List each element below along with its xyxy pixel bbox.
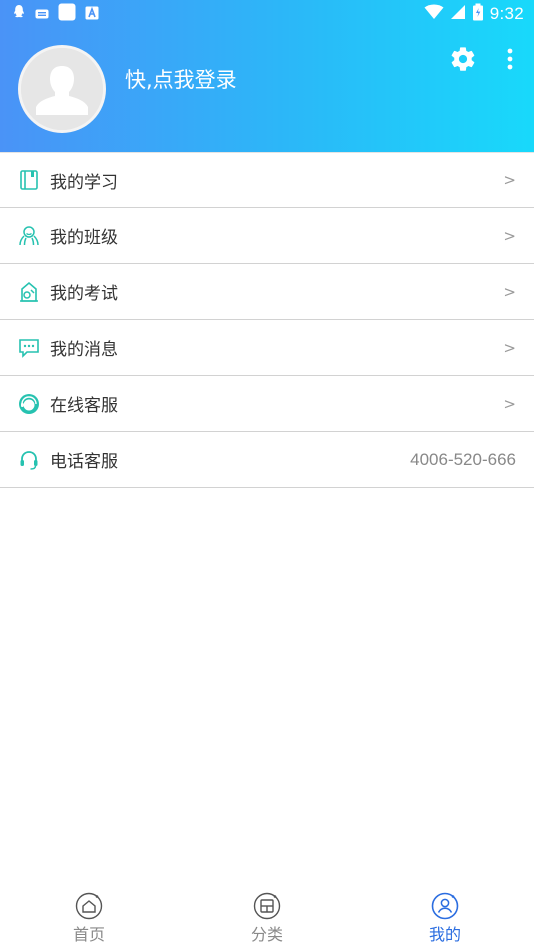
tab-label: 分类 — [250, 925, 283, 944]
signal-icon — [450, 4, 466, 24]
status-notifications — [12, 3, 99, 25]
profile-header: 9:32 快,点我登录 — [0, 0, 534, 152]
tab-home[interactable]: 首页 — [0, 885, 178, 950]
chevron-right-icon: > — [503, 282, 516, 301]
tab-label: 首页 — [72, 925, 105, 944]
tab-label: 我的 — [428, 925, 461, 944]
menu-item-label: 我的考试 — [50, 284, 118, 304]
bottom-tab-bar: 首页 分类 我的 — [0, 885, 534, 950]
chevron-right-icon: > — [503, 226, 516, 245]
menu-item-label: 我的学习 — [50, 172, 118, 193]
chevron-right-icon: > — [503, 394, 516, 413]
menu-item-label: 我的消息 — [50, 340, 118, 360]
chevron-right-icon: > — [503, 171, 516, 189]
status-time: 9:32 — [489, 4, 524, 23]
battery-icon — [472, 3, 484, 25]
home-icon — [75, 892, 103, 920]
online-service-icon — [18, 393, 40, 415]
qq-icon — [12, 4, 26, 24]
tab-category[interactable]: 分类 — [178, 885, 356, 950]
category-icon — [253, 892, 281, 920]
menu-item-my-messages[interactable]: 我的消息 > — [0, 320, 534, 376]
menu-item-my-class[interactable]: 我的班级 > — [0, 208, 534, 264]
status-system: 9:32 — [424, 3, 524, 25]
tab-profile[interactable]: 我的 — [356, 885, 534, 950]
mail-icon — [35, 5, 49, 24]
menu-item-label: 我的班级 — [50, 228, 118, 248]
menu-item-online-service[interactable]: 在线客服 > — [0, 376, 534, 432]
avatar[interactable] — [18, 45, 106, 133]
menu-item-label: 电话客服 — [50, 452, 118, 472]
wifi-icon — [424, 4, 444, 24]
settings-gear-icon[interactable] — [449, 45, 477, 73]
login-prompt[interactable]: 快,点我登录 — [125, 64, 237, 94]
menu-item-phone-service[interactable]: 电话客服 4006-520-666 — [0, 432, 534, 488]
status-bar: 9:32 — [0, 0, 534, 28]
class-icon — [18, 225, 40, 247]
menu-item-my-exam[interactable]: 我的考试 > — [0, 264, 534, 320]
menu-item-label: 在线客服 — [50, 396, 118, 416]
more-options-icon[interactable] — [500, 46, 520, 72]
menu-item-my-study[interactable]: 我的学习 > — [0, 152, 534, 208]
headset-icon — [18, 449, 40, 471]
phone-number[interactable]: 4006-520-666 — [410, 450, 516, 470]
app-icon — [58, 3, 76, 25]
profile-menu: 我的学习 > 我的班级 > 我的考试 > 我的消息 > 在线客服 > 电话客服 — [0, 152, 534, 488]
font-icon — [85, 5, 99, 24]
default-avatar-icon — [21, 48, 103, 130]
profile-icon — [431, 892, 459, 920]
book-icon — [18, 169, 40, 191]
chevron-right-icon: > — [503, 338, 516, 357]
message-icon — [18, 337, 40, 359]
exam-icon — [18, 281, 40, 303]
